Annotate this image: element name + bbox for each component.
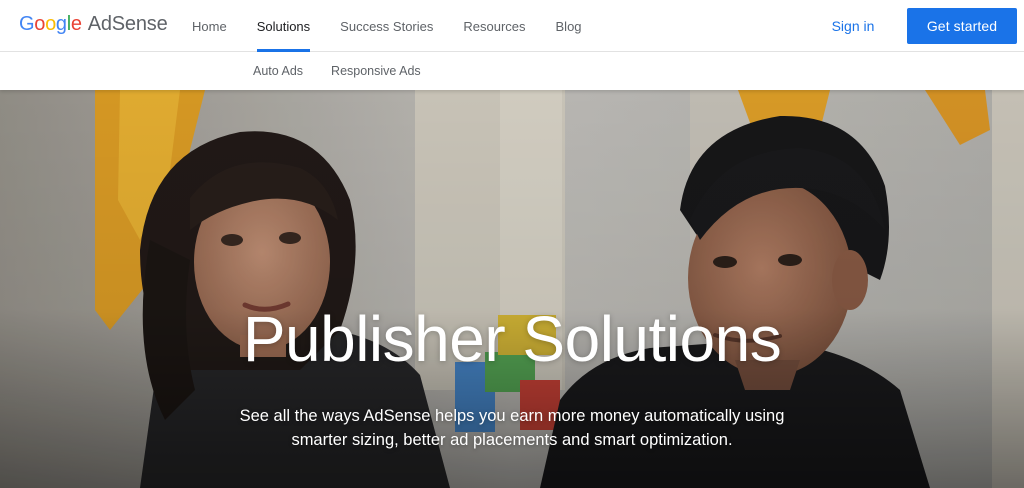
top-header: Google AdSense Home Solutions Success St…: [0, 0, 1024, 52]
hero-subtitle: See all the ways AdSense helps you earn …: [239, 407, 785, 449]
nav-item-blog[interactable]: Blog: [541, 0, 597, 52]
nav-item-home[interactable]: Home: [177, 0, 242, 52]
subnav-item-auto-ads[interactable]: Auto Ads: [239, 52, 317, 90]
subnav-item-responsive-ads[interactable]: Responsive Ads: [317, 52, 435, 90]
product-name: AdSense: [87, 13, 168, 35]
logo-letter: g: [55, 13, 67, 35]
get-started-button[interactable]: Get started: [907, 8, 1017, 44]
nav-item-label: Resources: [463, 18, 526, 34]
nav-item-solutions[interactable]: Solutions: [242, 0, 325, 52]
logo-letter: G: [19, 13, 35, 35]
logo-letter: o: [34, 13, 46, 35]
main-nav: Home Solutions Success Stories Resources…: [177, 0, 597, 52]
sub-nav-bar: Auto Ads Responsive Ads: [0, 52, 1024, 90]
nav-item-label: Blog: [555, 18, 582, 34]
nav-item-success-stories[interactable]: Success Stories: [325, 0, 448, 52]
google-wordmark: Google: [19, 13, 82, 36]
google-adsense-logo[interactable]: Google AdSense: [19, 13, 168, 39]
nav-item-label: Home: [192, 18, 227, 34]
nav-item-resources[interactable]: Resources: [448, 0, 540, 52]
hero-section: Publisher Solutions See all the ways AdS…: [0, 90, 1024, 488]
hero-title: Publisher Solutions: [242, 303, 782, 375]
sub-nav: Auto Ads Responsive Ads: [239, 52, 435, 90]
nav-item-label: Success Stories: [340, 18, 434, 34]
logo-letter: e: [70, 13, 82, 35]
logo-letter: o: [45, 13, 56, 35]
nav-item-label: Solutions: [256, 18, 311, 34]
sign-in-link[interactable]: Sign in: [819, 0, 887, 52]
